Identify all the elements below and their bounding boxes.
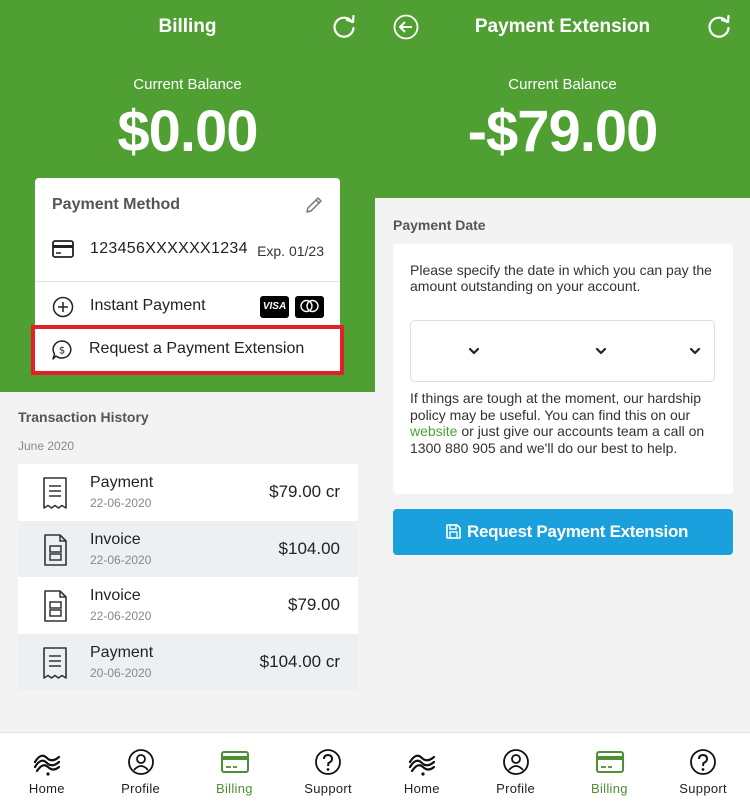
nav-label: Profile [496, 781, 536, 796]
payment-date-card: Please specify the date in which you can… [393, 244, 733, 494]
refresh-icon[interactable] [706, 14, 732, 40]
request-button-label: Request Payment Extension [467, 522, 689, 541]
nav-billing[interactable]: Billing [563, 733, 657, 812]
transaction-history-title: Transaction History [18, 409, 149, 425]
transaction-amount: $104.00 cr [259, 651, 340, 671]
card-expiry: Exp. 01/23 [257, 243, 324, 259]
home-swirl-icon [408, 754, 436, 776]
home-swirl-icon [33, 754, 61, 776]
screens: Billing Current Balance $0.00 Payment Me… [0, 0, 750, 812]
invoice-icon [44, 590, 67, 622]
page-title: Payment Extension [474, 16, 651, 37]
transaction-row[interactable]: Payment 20-06-2020 $104.00 cr [18, 633, 358, 690]
month-dropdown-chevron-icon[interactable] [593, 343, 609, 359]
nav-label: Home [28, 781, 65, 796]
transaction-amount: $79.00 [288, 595, 340, 614]
transaction-type: Invoice [90, 530, 141, 548]
transaction-amount: $79.00 cr [269, 482, 340, 501]
balance-label: Current Balance [508, 76, 617, 93]
transaction-date: 22-06-2020 [90, 496, 152, 510]
support-question-icon [315, 749, 342, 775]
invoice-icon [44, 533, 67, 566]
request-extension-label: Request a Payment Extension [89, 340, 305, 357]
billing-card-icon [220, 751, 249, 773]
nav-label: Billing [215, 781, 253, 796]
balance-amount: -$79.00 [467, 99, 659, 164]
mastercard-icon [295, 296, 324, 318]
transaction-date: 22-06-2020 [90, 552, 152, 567]
balance-amount: $0.00 [117, 99, 258, 164]
chat-dollar-icon: $ [52, 340, 72, 360]
nav-label: Support [679, 781, 727, 796]
payment-extension-header: Payment Extension Current Balance -$79.0… [375, 0, 750, 198]
request-payment-extension-button[interactable]: Request Payment Extension [393, 509, 733, 555]
date-picker [410, 320, 715, 382]
transaction-type: Payment [90, 474, 154, 491]
svg-text:$: $ [59, 346, 65, 357]
payment-extension-screen: Payment Extension Current Balance -$79.0… [375, 0, 750, 812]
visa-icon: VISA [260, 296, 289, 318]
transaction-type: Invoice [90, 587, 141, 604]
balance-label: Current Balance [133, 76, 242, 93]
nav-support[interactable]: Support [281, 733, 375, 812]
nav-home[interactable]: Home [0, 733, 94, 812]
transaction-amount: $104.00 [278, 538, 340, 558]
receipt-icon [43, 477, 67, 509]
billing-card-icon [595, 751, 624, 773]
transaction-date: 20-06-2020 [90, 665, 152, 680]
divider [35, 281, 340, 282]
hardship-text-start: If things are tough at the moment, our h… [410, 390, 702, 423]
refresh-icon[interactable] [331, 14, 357, 40]
payment-date-instructions: Please specify the date in which you can… [410, 262, 712, 294]
page-title: Billing [158, 16, 217, 37]
year-dropdown-chevron-icon[interactable] [687, 343, 703, 359]
transaction-row[interactable]: Invoice 22-06-2020 $104.00 [18, 520, 358, 577]
nav-support[interactable]: Support [656, 733, 750, 812]
transaction-list: Payment 22-06-2020 $79.00 cr Invoice 22-… [18, 464, 358, 690]
bottom-nav: Home Profile Billing Support [0, 732, 375, 812]
instant-payment-row[interactable]: Instant Payment VISA [52, 291, 324, 323]
nav-profile[interactable]: Profile [469, 733, 563, 812]
support-question-icon [690, 749, 717, 775]
transaction-row[interactable]: Payment 22-06-2020 $79.00 cr [18, 464, 358, 521]
profile-icon [127, 749, 154, 775]
transaction-month: June 2020 [18, 439, 75, 453]
nav-billing[interactable]: Billing [188, 733, 282, 812]
receipt-icon [43, 646, 67, 679]
payment-method-title: Payment Method [52, 196, 181, 213]
transaction-type: Payment [90, 643, 154, 661]
saved-card-row: 123456XXXXXX1234 Exp. 01/23 [52, 238, 324, 264]
payment-date-title: Payment Date [393, 217, 486, 233]
card-number: 123456XXXXXX1234 [90, 240, 248, 257]
website-link[interactable]: website [410, 423, 457, 439]
profile-icon [502, 749, 529, 775]
nav-label: Profile [121, 781, 161, 796]
hardship-text: If things are tough at the moment, our h… [410, 390, 725, 456]
payment-method-card: Payment Method 123456XXXXXX1234 Exp. 01/… [31, 178, 344, 375]
transaction-row[interactable]: Invoice 22-06-2020 $79.00 [18, 577, 358, 634]
nav-label: Billing [590, 781, 628, 796]
nav-label: Home [403, 781, 440, 796]
request-payment-extension-row[interactable]: $ Request a Payment Extension [31, 325, 344, 375]
nav-label: Support [304, 781, 352, 796]
transaction-date: 22-06-2020 [90, 609, 152, 623]
day-dropdown-chevron-icon[interactable] [466, 343, 482, 359]
instant-payment-label: Instant Payment [90, 297, 206, 314]
nav-profile[interactable]: Profile [94, 733, 188, 812]
nav-home[interactable]: Home [375, 733, 469, 812]
billing-header: Billing Current Balance $0.00 Payment Me… [0, 0, 375, 392]
edit-pencil-icon[interactable] [304, 195, 324, 215]
bottom-nav: Home Profile Billing Support [375, 732, 750, 812]
billing-screen: Billing Current Balance $0.00 Payment Me… [0, 0, 375, 812]
save-floppy-icon [446, 524, 461, 539]
plus-circle-icon [52, 296, 74, 318]
credit-card-icon [52, 240, 74, 258]
